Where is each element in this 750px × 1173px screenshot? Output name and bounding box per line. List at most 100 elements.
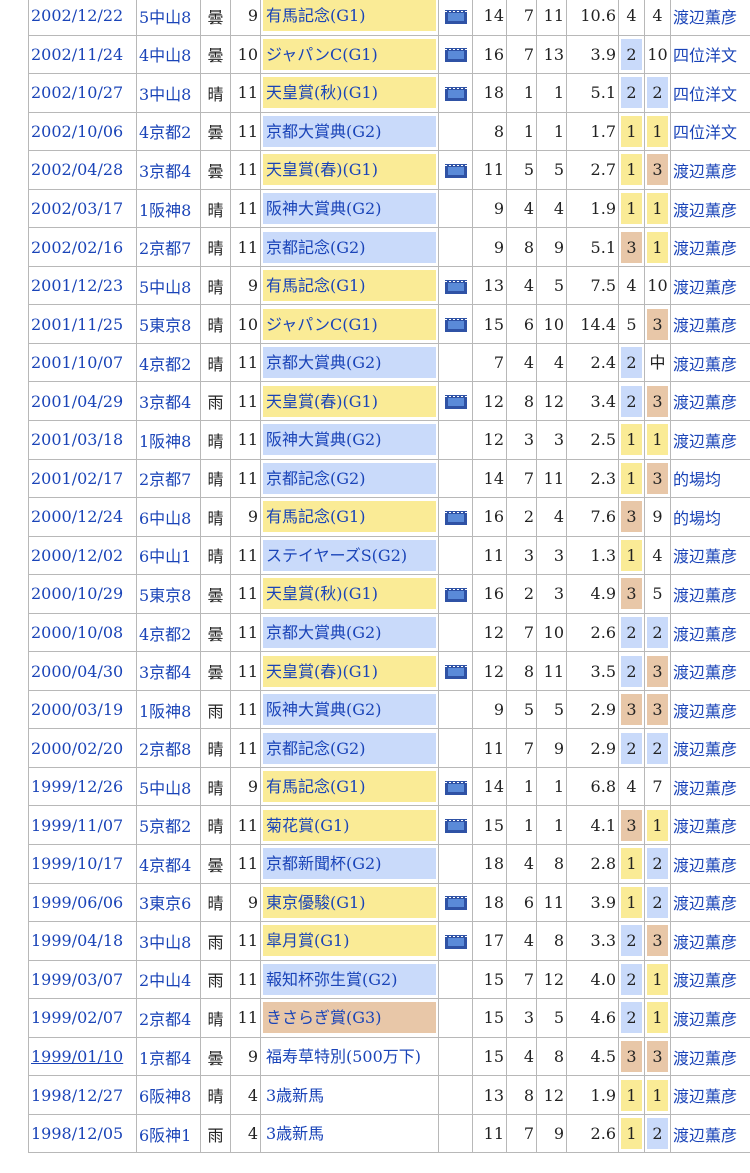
video-cell[interactable] <box>438 651 473 691</box>
venue-link[interactable]: 1阪神8 <box>136 420 201 460</box>
jockey-link[interactable]: 渡辺薫彦 <box>670 1113 750 1154</box>
venue-link[interactable]: 5中山8 <box>136 766 201 807</box>
race-date-link[interactable]: 2000/03/19 <box>28 689 137 730</box>
race-date-link[interactable]: 1998/12/05 <box>28 1113 137 1154</box>
race-name-link[interactable]: 報知杯弥生賞(G2) <box>263 963 436 995</box>
video-icon[interactable] <box>444 587 467 602</box>
race-date-link[interactable]: 2002/11/24 <box>28 34 137 75</box>
venue-link[interactable]: 2京都7 <box>136 227 201 267</box>
race-date-link[interactable]: 2000/10/08 <box>28 612 137 653</box>
race-date-link[interactable]: 2002/04/28 <box>28 150 137 190</box>
venue-link[interactable]: 2京都4 <box>136 998 201 1038</box>
video-cell[interactable] <box>438 574 473 614</box>
jockey-link[interactable]: 渡辺薫彦 <box>670 342 750 383</box>
video-cell[interactable] <box>438 73 473 113</box>
video-cell[interactable] <box>438 497 473 537</box>
race-name-link[interactable]: 3歳新馬 <box>263 1080 436 1111</box>
race-name-link[interactable]: 京都記念(G2) <box>263 462 436 494</box>
jockey-link[interactable]: 渡辺薫彦 <box>670 1036 750 1077</box>
venue-link[interactable]: 4京都2 <box>136 342 201 383</box>
race-name-link[interactable]: 有馬記念(G1) <box>263 270 436 302</box>
venue-link[interactable]: 4京都2 <box>136 111 201 152</box>
race-date-link[interactable]: 1999/11/07 <box>28 805 137 846</box>
video-cell[interactable] <box>438 150 473 190</box>
race-date-link[interactable]: 1999/03/07 <box>28 959 137 1000</box>
race-date-link[interactable]: 1999/12/26 <box>28 766 137 807</box>
video-icon[interactable] <box>444 934 467 949</box>
venue-link[interactable]: 6阪神8 <box>136 1075 201 1115</box>
venue-link[interactable]: 5東京8 <box>136 304 201 344</box>
video-icon[interactable] <box>444 395 467 410</box>
race-name-link[interactable]: 3歳新馬 <box>263 1118 436 1149</box>
race-date-link[interactable]: 2002/03/17 <box>28 188 137 229</box>
jockey-link[interactable]: 渡辺薫彦 <box>670 188 750 229</box>
jockey-link[interactable]: 渡辺薫彦 <box>670 0 750 36</box>
race-date-link[interactable]: 2000/12/02 <box>28 535 137 576</box>
race-name-link[interactable]: 京都大賞典(G2) <box>263 617 436 649</box>
race-name-link[interactable]: 阪神大賞典(G2) <box>263 424 436 456</box>
venue-link[interactable]: 5京都2 <box>136 805 201 846</box>
jockey-link[interactable]: 渡辺薫彦 <box>670 420 750 460</box>
race-date-link[interactable]: 2000/04/30 <box>28 651 137 691</box>
venue-link[interactable]: 5中山8 <box>136 265 201 306</box>
race-name-link[interactable]: 有馬記念(G1) <box>263 771 436 803</box>
jockey-link[interactable]: 的場均 <box>670 458 750 499</box>
race-name-link[interactable]: 京都大賞典(G2) <box>263 347 436 379</box>
jockey-link[interactable]: 渡辺薫彦 <box>670 265 750 306</box>
video-cell[interactable] <box>438 34 473 75</box>
venue-link[interactable]: 6中山1 <box>136 535 201 576</box>
jockey-link[interactable]: 渡辺薫彦 <box>670 766 750 807</box>
race-date-link[interactable]: 2002/10/06 <box>28 111 137 152</box>
race-date-link[interactable]: 1999/04/18 <box>28 921 137 961</box>
race-name-link[interactable]: 天皇賞(秋)(G1) <box>263 578 436 610</box>
race-name-link[interactable]: ステイヤーズS(G2) <box>263 539 436 571</box>
race-name-link[interactable]: 京都記念(G2) <box>263 732 436 764</box>
jockey-link[interactable]: 渡辺薫彦 <box>670 574 750 614</box>
race-date-link[interactable]: 2001/12/23 <box>28 265 137 306</box>
jockey-link[interactable]: 渡辺薫彦 <box>670 728 750 768</box>
race-date-link[interactable]: 2002/02/16 <box>28 227 137 267</box>
race-date-link[interactable]: 2001/03/18 <box>28 420 137 460</box>
video-icon[interactable] <box>444 819 467 834</box>
venue-link[interactable]: 4中山8 <box>136 34 201 75</box>
race-name-link[interactable]: 福寿草特別(500万下) <box>263 1041 436 1072</box>
jockey-link[interactable]: 渡辺薫彦 <box>670 150 750 190</box>
video-cell[interactable] <box>438 766 473 807</box>
video-cell[interactable] <box>438 0 473 36</box>
race-name-link[interactable]: 東京優駿(G1) <box>263 886 436 918</box>
jockey-link[interactable]: 渡辺薫彦 <box>670 998 750 1038</box>
video-icon[interactable] <box>444 163 467 178</box>
venue-link[interactable]: 6阪神1 <box>136 1113 201 1154</box>
jockey-link[interactable]: 四位洋文 <box>670 34 750 75</box>
race-date-link[interactable]: 2001/02/17 <box>28 458 137 499</box>
jockey-link[interactable]: 四位洋文 <box>670 111 750 152</box>
jockey-link[interactable]: 渡辺薫彦 <box>670 1075 750 1115</box>
jockey-link[interactable]: 的場均 <box>670 497 750 537</box>
race-date-link[interactable]: 1999/06/06 <box>28 882 137 923</box>
video-cell[interactable] <box>438 265 473 306</box>
race-name-link[interactable]: 天皇賞(秋)(G1) <box>263 77 436 109</box>
race-name-link[interactable]: 天皇賞(春)(G1) <box>263 385 436 417</box>
video-icon[interactable] <box>444 48 467 63</box>
race-date-link[interactable]: 2002/10/27 <box>28 73 137 113</box>
race-name-link[interactable]: 菊花賞(G1) <box>263 809 436 841</box>
jockey-link[interactable]: 渡辺薫彦 <box>670 882 750 923</box>
venue-link[interactable]: 4京都2 <box>136 612 201 653</box>
race-name-link[interactable]: 天皇賞(春)(G1) <box>263 154 436 186</box>
race-date-link[interactable]: 2000/12/24 <box>28 497 137 537</box>
race-name-link[interactable]: 阪神大賞典(G2) <box>263 694 436 726</box>
race-name-link[interactable]: きさらぎ賞(G3) <box>263 1002 436 1034</box>
venue-link[interactable]: 3東京6 <box>136 882 201 923</box>
race-name-link[interactable]: 天皇賞(春)(G1) <box>263 655 436 687</box>
race-name-link[interactable]: 皐月賞(G1) <box>263 925 436 957</box>
jockey-link[interactable]: 渡辺薫彦 <box>670 959 750 1000</box>
video-icon[interactable] <box>444 86 467 101</box>
race-date-link[interactable]: 1999/01/10 <box>28 1036 137 1077</box>
race-date-link[interactable]: 2001/11/25 <box>28 304 137 344</box>
jockey-link[interactable]: 渡辺薫彦 <box>670 612 750 653</box>
video-icon[interactable] <box>444 9 467 24</box>
race-date-link[interactable]: 1999/02/07 <box>28 998 137 1038</box>
venue-link[interactable]: 1阪神8 <box>136 188 201 229</box>
venue-link[interactable]: 5中山8 <box>136 0 201 36</box>
race-name-link[interactable]: ジャパンC(G1) <box>263 38 436 70</box>
